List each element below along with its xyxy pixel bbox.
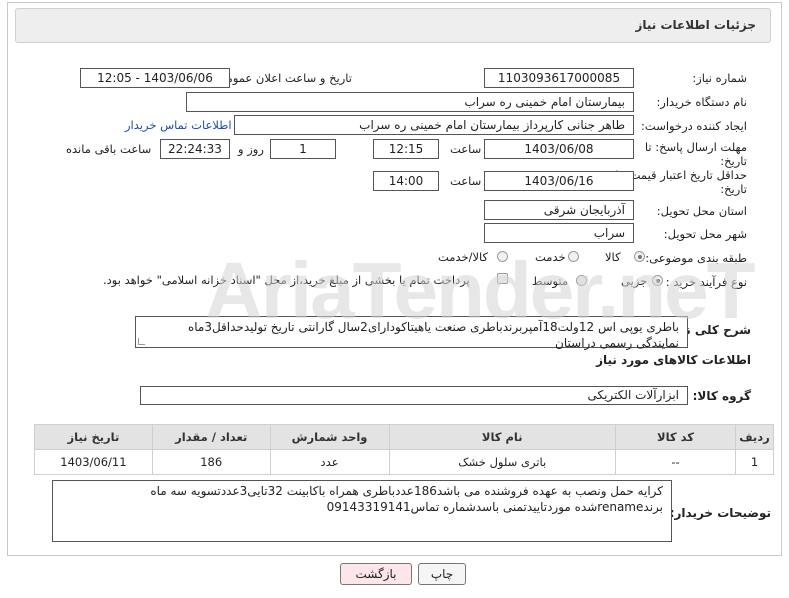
buyer-notes-field: کرایه حمل ونصب به عهده فروشنده می باشد18…: [52, 480, 672, 542]
col-item-code: کد کالا: [614, 424, 737, 450]
category-goods-service-label: کالا/خدمت: [438, 250, 489, 264]
province-label: استان محل تحویل:: [656, 204, 747, 218]
requester-label: ایجاد کننده درخواست:: [641, 119, 747, 133]
quantity-cell: 186: [151, 449, 271, 475]
goods-table: ردیف کد کالا نام کالا واحد شمارش تعداد /…: [34, 424, 774, 475]
goods-section-title: اطلاعات کالاهای مورد نیاز: [596, 353, 751, 367]
category-service-label: خدمت: [535, 250, 566, 264]
process-medium-radio[interactable]: [576, 275, 587, 286]
price-validity-date-field: 1403/06/16: [484, 171, 634, 191]
city-label: شهر محل تحویل:: [663, 227, 747, 241]
remaining-time-field: 22:24:33: [160, 139, 230, 159]
remaining-time-label: ساعت باقی مانده: [66, 142, 152, 156]
need-description-field: باطری یوپی اس 12ولت18آمپربرندباطری صنعت …: [135, 316, 688, 350]
print-button[interactable]: چاپ: [418, 563, 466, 585]
col-item-name: نام کالا: [388, 424, 616, 450]
category-goods-service-radio[interactable]: [497, 251, 508, 262]
need-date-cell: 1403/06/11: [34, 449, 153, 475]
page-header: جزئیات اطلاعات نیاز: [15, 8, 771, 43]
days-label: روز و: [238, 142, 264, 156]
days-remaining-field: 1: [270, 139, 336, 159]
goods-table-header-row: ردیف کد کالا نام کالا واحد شمارش تعداد /…: [34, 424, 774, 450]
col-row-number: ردیف: [735, 424, 774, 450]
unit-cell: عدد: [269, 449, 390, 475]
need-description-text: باطری یوپی اس 12ولت18آمپربرندباطری صنعت …: [187, 320, 679, 350]
goods-group-field: ابزارآلات الکتریکی: [140, 386, 688, 405]
price-validity-time-field: 14:00: [373, 171, 439, 191]
col-unit: واحد شمارش: [269, 424, 390, 450]
category-goods-label: کالا: [605, 250, 621, 264]
deadline-label: مهلت ارسال پاسخ: تا تاریخ:: [644, 140, 747, 168]
table-row: 1 -- باتری سلول خشک عدد 186 1403/06/11: [34, 449, 774, 475]
buyer-org-label: نام دستگاه خریدار:: [656, 95, 747, 109]
deadline-date-field: 1403/06/08: [484, 139, 634, 159]
buyer-contact-link[interactable]: اطلاعات تماس خریدار: [125, 118, 232, 132]
item-name-cell: باتری سلول خشک: [388, 449, 616, 475]
need-number-label: شماره نیاز:: [692, 71, 747, 85]
page-title: جزئیات اطلاعات نیاز: [635, 18, 756, 32]
price-validity-time-label: ساعت: [450, 174, 482, 188]
col-quantity: تعداد / مقدار: [151, 424, 271, 450]
treasury-payment-checkbox[interactable]: [497, 273, 508, 284]
announce-date-field: 1403/06/06 - 12:05: [80, 68, 230, 88]
goods-group-label: گروه کالا:: [692, 389, 751, 403]
col-need-date: تاریخ نیاز: [34, 424, 153, 450]
back-button[interactable]: بازگشت: [340, 563, 412, 585]
process-type-label: نوع فرآیند خرید :: [665, 275, 747, 289]
process-minor-radio[interactable]: [652, 275, 663, 286]
item-code-cell: --: [614, 449, 737, 475]
need-number-field: 1103093617000085: [484, 68, 634, 88]
buyer-notes-text: کرایه حمل ونصب به عهده فروشنده می باشد18…: [150, 484, 663, 514]
deadline-time-label: ساعت: [450, 142, 482, 156]
category-service-radio[interactable]: [568, 251, 579, 262]
process-medium-label: متوسط: [532, 274, 569, 288]
city-field: سراب: [484, 223, 634, 243]
resize-handle-icon[interactable]: [138, 338, 145, 345]
announce-date-label: تاریخ و ساعت اعلان عمومی:: [213, 71, 352, 85]
province-field: آذربایجان شرقی: [484, 200, 634, 220]
buyer-notes-label: توضیحات خریدار:: [669, 506, 771, 520]
category-goods-radio[interactable]: [634, 251, 645, 262]
row-number-cell: 1: [735, 449, 774, 475]
deadline-time-field: 12:15: [373, 139, 439, 159]
treasury-payment-note: پرداخت تمام یا بخشی از مبلغ خرید،از محل …: [103, 273, 470, 287]
requester-field: طاهر جنانی کارپرداز بیمارستان امام خمینی…: [234, 115, 634, 135]
process-minor-label: جزیی: [621, 274, 648, 288]
category-label: طبقه بندی موضوعی:: [645, 251, 747, 265]
buyer-org-field: بیمارستان امام خمینی ره سراب: [186, 92, 634, 112]
